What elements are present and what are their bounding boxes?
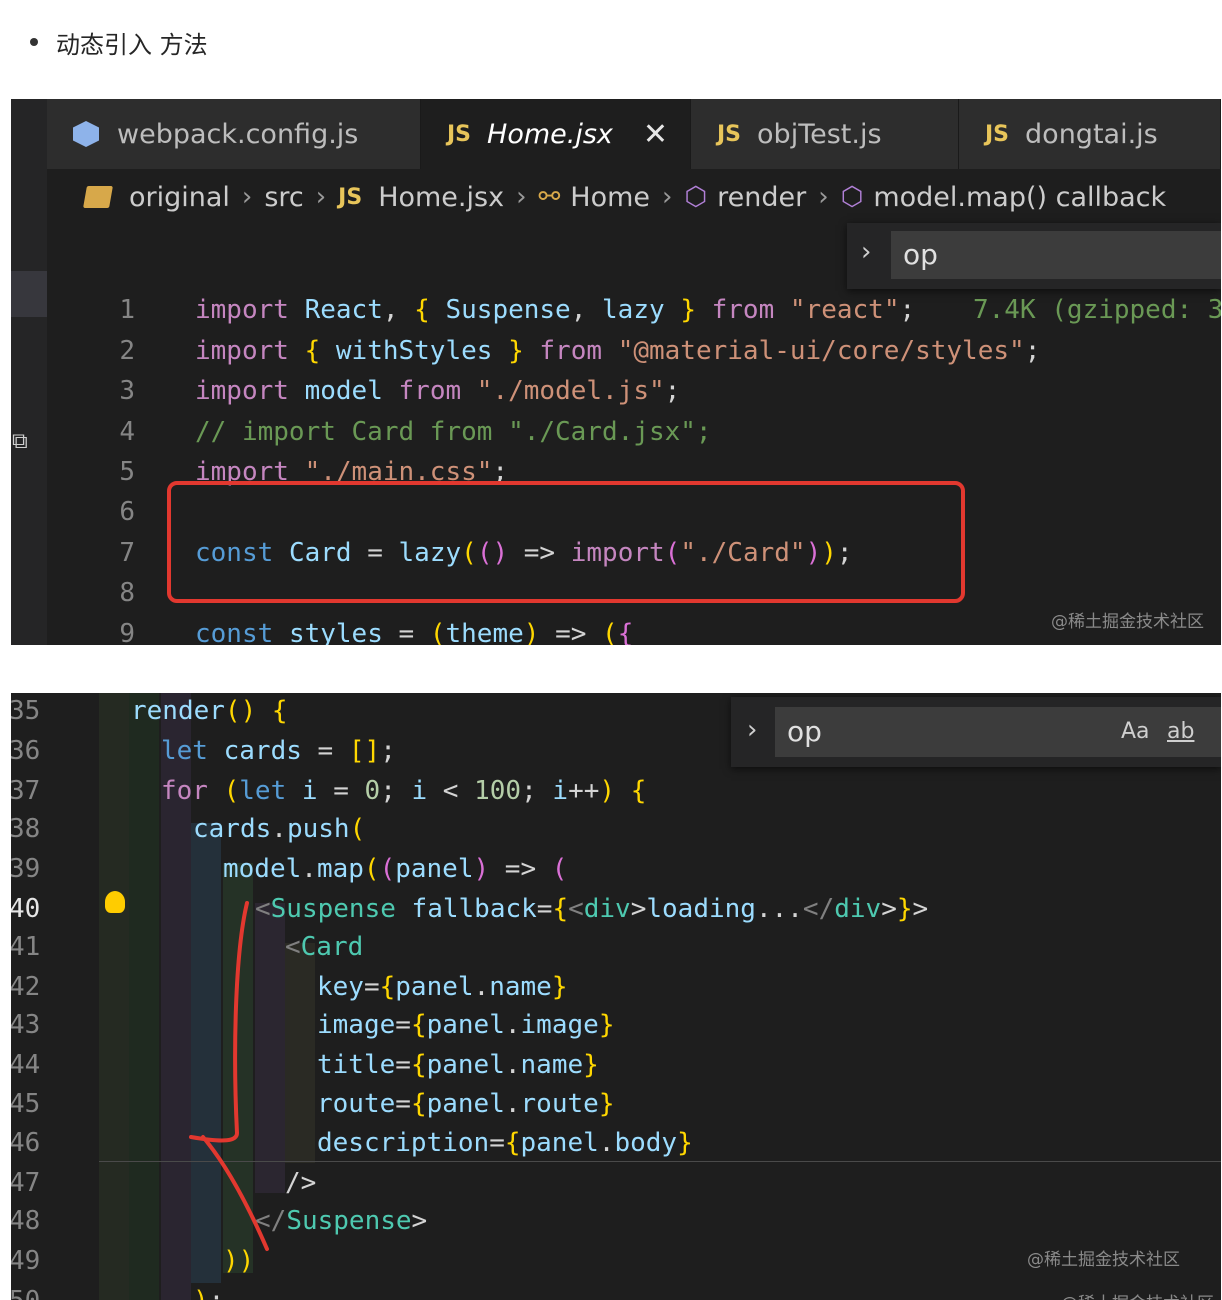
line-number: 8 [119, 578, 135, 608]
chevron-right-icon: › [241, 182, 253, 212]
watermark-clipped: @稀土掘金技术社区 [1061, 1289, 1214, 1300]
js-file-icon: JS [447, 121, 472, 147]
breadcrumb-item-callback[interactable]: model.map() callback [873, 182, 1166, 213]
heading-text: 动态引入 方法 [56, 30, 208, 59]
close-icon[interactable]: ✕ [643, 117, 668, 152]
tab-label: objTest.js [757, 118, 882, 150]
line-number: 3 [119, 376, 135, 406]
chevron-right-icon: › [662, 182, 673, 212]
annotation-stroke [189, 901, 269, 1251]
line-number: 1 [119, 295, 135, 325]
chevron-right-icon: › [818, 182, 829, 212]
js-file-icon: JS [985, 121, 1010, 147]
breadcrumb-item-home[interactable]: Home [570, 182, 650, 213]
folder-icon [83, 186, 113, 208]
import-cost-hint: 7.4K (gzipped: 3 [973, 295, 1221, 325]
line-number: 9 [119, 619, 135, 645]
line-number: 5 [119, 457, 135, 487]
method-cube-icon: ⬡ [684, 182, 708, 212]
bullet-dot-icon [30, 38, 38, 46]
component-icon: ⚯ [538, 182, 561, 212]
hand-drawn-annotation [189, 901, 269, 1251]
code-line: import { withStyles } from "@material-ui… [195, 336, 1041, 366]
tab-home-jsx[interactable]: JS Home.jsx ✕ [421, 99, 691, 169]
breadcrumb-item-render[interactable]: render [717, 182, 806, 213]
tab-dongtai[interactable]: JS dongtai.js [959, 99, 1221, 169]
watermark: @稀土掘金技术社区 [1051, 612, 1204, 632]
code-line-comment: // import Card from "./Card.jsx"; [195, 417, 712, 447]
tab-webpack-config[interactable]: webpack.config.js [47, 99, 421, 169]
watermark: @稀土掘金技术社区 [1027, 1250, 1180, 1270]
breadcrumb: original › src › JS Home.jsx › ⚯ Home › … [83, 177, 1166, 217]
breadcrumb-item-original[interactable]: original [129, 182, 230, 213]
tab-label: Home.jsx [487, 118, 613, 150]
tab-label: webpack.config.js [117, 118, 359, 150]
bullet-heading: 动态引入 方法 [30, 22, 208, 62]
line-number: 7 [119, 538, 135, 568]
chevron-right-icon: › [516, 182, 527, 212]
line-number: 4 [119, 417, 135, 447]
tab-bar: webpack.config.js JS Home.jsx ✕ JS objTe… [47, 99, 1221, 169]
editor-screenshot-2: 35 render() {36 let cards = []; 37 for (let … [11, 693, 1221, 1300]
tab-objtest[interactable]: JS objTest.js [691, 99, 959, 169]
js-file-icon: JS [338, 184, 363, 210]
line-number: 2 [119, 336, 135, 366]
breadcrumb-item-src[interactable]: src [264, 182, 303, 213]
find-input[interactable]: op [891, 231, 1221, 279]
tab-label: dongtai.js [1025, 118, 1158, 150]
editor-screenshot-1: ⧉ webpack.config.js JS Home.jsx ✕ JS obj… [11, 99, 1221, 645]
code-line: const styles = (theme) => ({ [195, 619, 634, 645]
webpack-icon [73, 121, 99, 147]
line-number: 6 [119, 497, 135, 527]
find-widget: › op [847, 223, 1221, 289]
highlight-box [167, 481, 965, 603]
chevron-right-icon[interactable]: › [861, 237, 871, 267]
code-line: import React, { Suspense, lazy } from "r… [195, 295, 916, 325]
breadcrumb-item-file[interactable]: Home.jsx [378, 182, 504, 213]
method-cube-icon: ⬡ [840, 182, 864, 212]
code-line: import model from "./model.js"; [195, 376, 681, 406]
chevron-right-icon: › [315, 182, 327, 212]
js-file-icon: JS [717, 121, 742, 147]
